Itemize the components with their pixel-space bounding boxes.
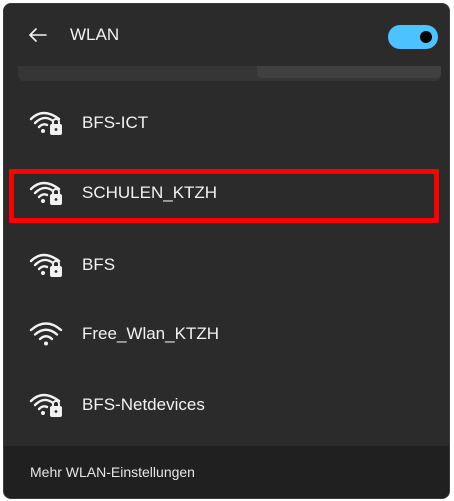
back-button[interactable] <box>26 23 50 47</box>
wifi-secured-icon <box>29 111 62 135</box>
footer: Mehr WLAN-Einstellungen <box>4 446 449 498</box>
header: WLAN <box>4 4 449 66</box>
wlan-panel: WLAN BFS-ICT SCHULEN_KTZH BFS Free_Wlan_… <box>3 3 450 499</box>
network-name: BFS-Netdevices <box>82 395 205 414</box>
partially-hidden-button <box>257 66 441 78</box>
network-name: BFS-ICT <box>82 113 149 132</box>
network-item-bfs-ict[interactable]: BFS-ICT <box>12 98 441 148</box>
wifi-open-icon <box>29 322 63 346</box>
wifi-secured-icon <box>29 393 62 417</box>
network-item-bfs-netdevices[interactable]: BFS-Netdevices <box>12 380 441 430</box>
toggle-knob <box>420 31 432 43</box>
network-name: SCHULEN_KTZH <box>82 183 218 202</box>
arrow-left-icon <box>29 28 47 42</box>
network-name: Free_Wlan_KTZH <box>82 324 219 343</box>
wifi-secured-icon <box>29 181 62 205</box>
wifi-secured-icon <box>29 253 62 277</box>
more-wlan-settings-link[interactable]: Mehr WLAN-Einstellungen <box>30 464 195 480</box>
network-item-schulen-ktzh[interactable]: SCHULEN_KTZH <box>12 168 441 218</box>
scrolled-content-edge <box>18 66 441 81</box>
network-item-bfs[interactable]: BFS <box>12 240 441 290</box>
page-title: WLAN <box>70 25 120 44</box>
wlan-toggle[interactable] <box>388 25 438 49</box>
network-item-free-wlan-ktzh[interactable]: Free_Wlan_KTZH <box>12 309 441 359</box>
network-name: BFS <box>82 255 116 274</box>
